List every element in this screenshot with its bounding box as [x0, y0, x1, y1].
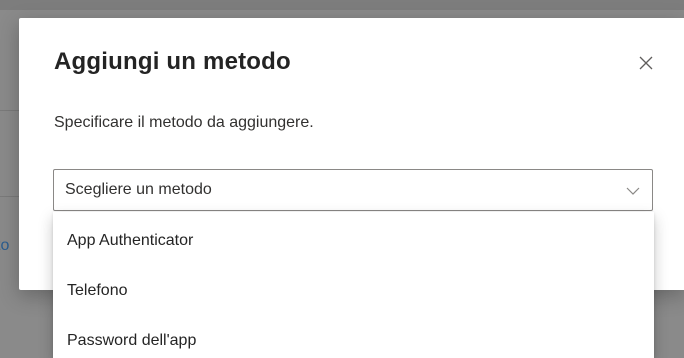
- dialog-description: Specificare il metodo da aggiungere.: [54, 114, 314, 131]
- backdrop-divider: [0, 196, 19, 197]
- method-select-placeholder: Scegliere un metodo: [65, 181, 212, 198]
- method-dropdown-list: App Authenticator Telefono Password dell…: [53, 212, 654, 358]
- chevron-down-icon: [626, 187, 640, 195]
- backdrop-header-strip: [0, 0, 684, 10]
- option-password-app[interactable]: Password dell'app: [53, 316, 654, 358]
- backdrop-link-text: to: [0, 237, 10, 254]
- dialog-title: Aggiungi un metodo: [54, 48, 291, 75]
- close-icon: [639, 56, 653, 70]
- method-select[interactable]: Scegliere un metodo: [53, 169, 653, 211]
- backdrop-divider: [0, 110, 19, 111]
- option-telefono[interactable]: Telefono: [53, 266, 654, 316]
- close-button[interactable]: [631, 48, 661, 78]
- option-app-authenticator[interactable]: App Authenticator: [53, 216, 654, 266]
